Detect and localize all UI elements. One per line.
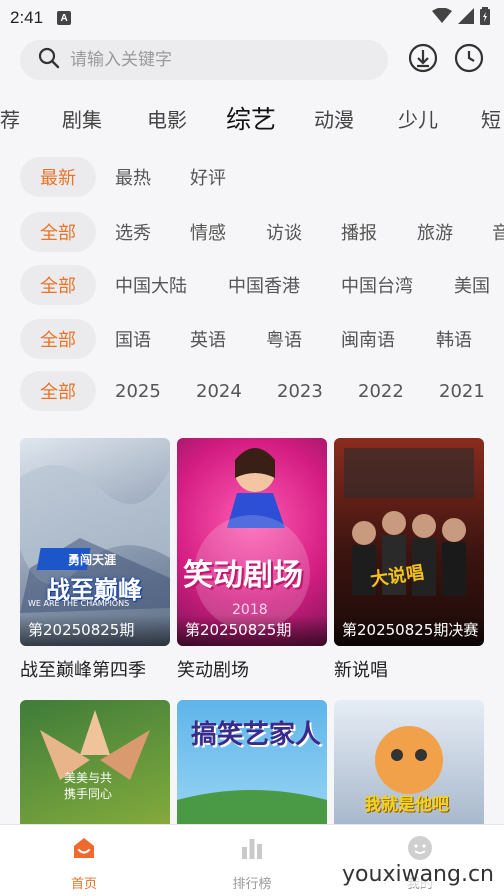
filter-chip[interactable]: 国语 bbox=[115, 319, 151, 359]
poster-image[interactable]: 勇闯天涯 战至巅峰 WE ARE THE CHAMPIONS 第20250825… bbox=[20, 438, 170, 646]
filter-chip[interactable]: 音 bbox=[492, 212, 504, 252]
filter-chip[interactable]: 2022 bbox=[358, 371, 404, 411]
filter-chip[interactable]: 2024 bbox=[196, 371, 242, 411]
poster-title-text: 美美与共 携手同心 bbox=[64, 771, 113, 801]
filter-chip[interactable]: 2021 bbox=[439, 371, 485, 411]
filter-chip[interactable]: 播报 bbox=[341, 212, 377, 252]
filter-chip[interactable]: 旅游 bbox=[417, 212, 453, 252]
show-title[interactable]: 战至巅峰第四季 bbox=[20, 656, 170, 682]
poster-title-text: 搞笑艺家人 bbox=[191, 720, 322, 750]
filter-chip[interactable]: 粤语 bbox=[266, 319, 302, 359]
home-icon bbox=[71, 835, 97, 865]
tab-short[interactable]: 短 bbox=[481, 104, 501, 133]
filter-chip[interactable]: 2025 bbox=[115, 371, 161, 411]
filter-chip[interactable]: 中国大陆 bbox=[115, 265, 187, 305]
status-bar: 2:41 A bbox=[0, 0, 504, 36]
filter-row-year: 全部 2025 2024 2023 2022 2021 bbox=[0, 371, 504, 411]
filter-chip[interactable]: 全部 bbox=[20, 265, 96, 305]
episode-label: 第20250825期 bbox=[20, 615, 170, 646]
poster-image[interactable]: 大说唱 第20250825期决赛 bbox=[334, 438, 484, 646]
filter-chip[interactable]: 全部 bbox=[20, 319, 96, 359]
tab-series[interactable]: 剧集 bbox=[62, 104, 102, 133]
status-indicators bbox=[432, 7, 490, 29]
watermark: youxiwang.cn bbox=[342, 862, 494, 887]
filter-chip[interactable]: 中国台湾 bbox=[341, 265, 413, 305]
download-icon bbox=[408, 43, 438, 77]
search-box[interactable] bbox=[20, 40, 388, 80]
search-input[interactable] bbox=[70, 50, 350, 70]
tab-kids[interactable]: 少儿 bbox=[398, 104, 438, 133]
show-card[interactable]: 笑动剧场 2018 第20250825期 笑动剧场 bbox=[177, 438, 327, 682]
battery-icon bbox=[480, 7, 490, 29]
show-title[interactable]: 新说唱 bbox=[334, 656, 484, 682]
signal-icon bbox=[458, 8, 474, 28]
poster-image[interactable]: 笑动剧场 2018 第20250825期 bbox=[177, 438, 327, 646]
show-title[interactable]: 笑动剧场 bbox=[177, 656, 327, 682]
history-button[interactable] bbox=[453, 43, 485, 77]
filter-chip[interactable]: 好评 bbox=[190, 157, 226, 197]
filter-chip[interactable]: 英语 bbox=[190, 319, 226, 359]
filter-chip[interactable]: 选秀 bbox=[115, 212, 151, 252]
profile-icon bbox=[407, 835, 433, 865]
search-icon bbox=[38, 47, 60, 73]
poster-badge: 勇闯天涯 bbox=[68, 553, 117, 567]
tab-recommend[interactable]: 荐 bbox=[0, 104, 20, 133]
nav-label: 排行榜 bbox=[232, 877, 272, 892]
filter-chip[interactable]: 2023 bbox=[277, 371, 323, 411]
episode-label: 第20250825期 bbox=[177, 615, 327, 646]
category-tabs: 荐 剧集 电影 综艺 动漫 少儿 短 bbox=[0, 96, 504, 142]
poster-title-text: 笑动剧场 bbox=[183, 558, 303, 593]
nav-home[interactable]: 首页 bbox=[34, 835, 134, 892]
tab-variety[interactable]: 综艺 bbox=[226, 100, 276, 136]
episode-label: 第20250825期决赛 bbox=[334, 615, 484, 646]
search-row bbox=[0, 38, 504, 84]
tab-anime[interactable]: 动漫 bbox=[314, 104, 354, 133]
show-card[interactable]: 勇闯天涯 战至巅峰 WE ARE THE CHAMPIONS 第20250825… bbox=[20, 438, 170, 682]
status-time: 2:41 bbox=[10, 8, 44, 27]
filter-chip[interactable]: 中国香港 bbox=[228, 265, 300, 305]
filter-chip[interactable]: 全部 bbox=[20, 371, 96, 411]
poster-title-text: 我就是他吧 bbox=[364, 795, 449, 815]
filter-row-type: 全部 选秀 情感 访谈 播报 旅游 音 bbox=[0, 212, 504, 252]
filter-chip[interactable]: 最新 bbox=[20, 157, 96, 197]
filter-chip[interactable]: 最热 bbox=[115, 157, 151, 197]
filter-row-region: 全部 中国大陆 中国香港 中国台湾 美国 bbox=[0, 265, 504, 305]
filter-chip[interactable]: 情感 bbox=[190, 212, 226, 252]
notification-a-icon: A bbox=[57, 11, 72, 25]
filter-row-sort: 最新 最热 好评 bbox=[0, 157, 504, 197]
ranking-icon bbox=[239, 835, 265, 865]
filter-chip[interactable]: 闽南语 bbox=[341, 319, 395, 359]
nav-label: 首页 bbox=[70, 877, 97, 892]
filter-chip[interactable]: 韩语 bbox=[436, 319, 472, 359]
clock-icon bbox=[454, 43, 484, 77]
filter-chip[interactable]: 访谈 bbox=[266, 212, 302, 252]
filter-row-language: 全部 国语 英语 粤语 闽南语 韩语 bbox=[0, 319, 504, 359]
tab-movies[interactable]: 电影 bbox=[147, 104, 187, 133]
nav-ranking[interactable]: 排行榜 bbox=[202, 835, 302, 892]
wifi-icon bbox=[432, 7, 452, 28]
show-card[interactable]: 大说唱 第20250825期决赛 新说唱 bbox=[334, 438, 484, 682]
filter-chip[interactable]: 美国 bbox=[454, 265, 490, 305]
poster-subtext: WE ARE THE CHAMPIONS bbox=[28, 599, 130, 608]
filter-chip[interactable]: 全部 bbox=[20, 212, 96, 252]
download-button[interactable] bbox=[407, 43, 439, 77]
